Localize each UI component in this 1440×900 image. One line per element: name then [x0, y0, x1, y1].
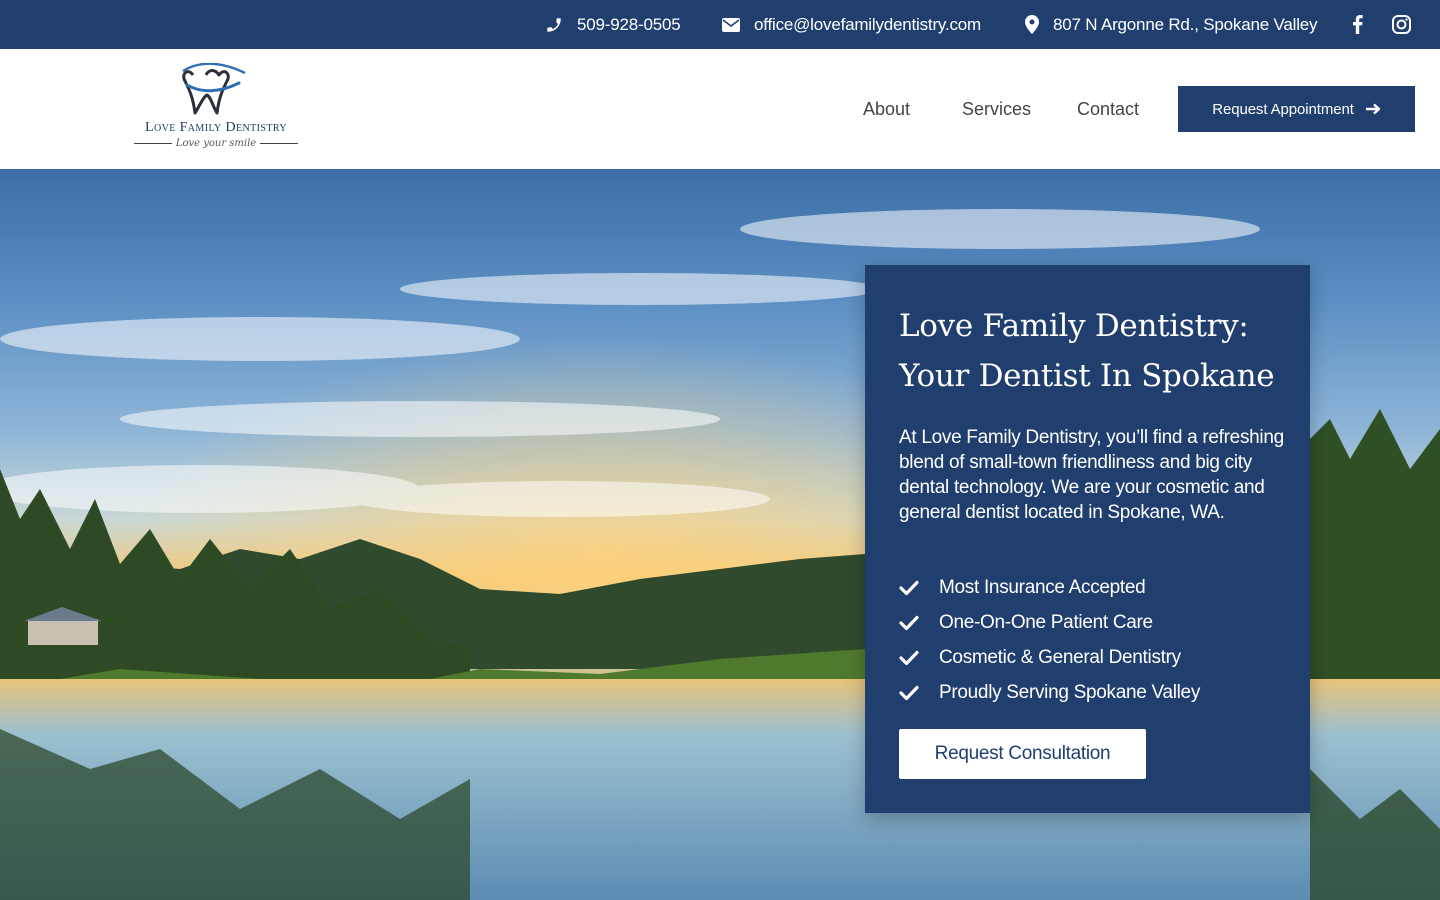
email-link[interactable]: office@lovefamilydentistry.com — [722, 0, 981, 49]
map-pin-icon — [1025, 15, 1039, 34]
top-contact-bar: 509-928-0505 office@lovefamilydentistry.… — [0, 0, 1440, 49]
address-text: 807 N Argonne Rd., Spokane Valley — [1053, 14, 1318, 34]
email-address: office@lovefamilydentistry.com — [754, 14, 981, 34]
instagram-link[interactable] — [1392, 0, 1411, 49]
feature-label: Proudly Serving Spokane Valley — [939, 681, 1201, 703]
feature-label: One-On-One Patient Care — [939, 611, 1153, 633]
tagline-rule-right — [260, 143, 299, 144]
logo-tagline: Love your smile — [175, 138, 257, 149]
phone-icon — [547, 17, 561, 32]
feature-item: Most Insurance Accepted — [899, 570, 1200, 605]
checkmark-icon — [899, 685, 919, 700]
hero-title: Love Family Dentistry: Your Dentist In S… — [899, 308, 1275, 394]
address-link[interactable]: 807 N Argonne Rd., Spokane Valley — [1025, 0, 1318, 49]
phone-number: 509-928-0505 — [577, 14, 681, 34]
nav-about[interactable]: About — [863, 49, 910, 169]
request-consultation-button[interactable]: Request Consultation — [899, 729, 1146, 779]
site-header: Love Family Dentistry Love your smile Ab… — [0, 49, 1440, 169]
feature-item: Cosmetic & General Dentistry — [899, 640, 1200, 675]
checkmark-icon — [899, 580, 919, 595]
facebook-icon — [1353, 15, 1363, 34]
feature-list: Most Insurance Accepted One-On-One Patie… — [899, 570, 1200, 710]
request-appointment-button[interactable]: Request Appointment — [1178, 86, 1415, 132]
checkmark-icon — [899, 615, 919, 630]
hero-description: At Love Family Dentistry, you’ll find a … — [899, 427, 1284, 523]
hero-info-card: Love Family Dentistry: Your Dentist In S… — [865, 265, 1310, 813]
tooth-logo-icon — [182, 63, 246, 115]
phone-link[interactable]: 509-928-0505 — [545, 0, 681, 49]
feature-label: Most Insurance Accepted — [939, 576, 1146, 598]
tagline-rule-left — [133, 143, 172, 144]
logo-name: Love Family Dentistry — [145, 120, 287, 135]
feature-label: Cosmetic & General Dentistry — [939, 646, 1181, 668]
facebook-link[interactable] — [1352, 0, 1363, 49]
request-appointment-label: Request Appointment — [1212, 100, 1354, 118]
nav-contact[interactable]: Contact — [1077, 49, 1139, 169]
envelope-icon — [722, 17, 740, 32]
instagram-icon — [1392, 15, 1411, 34]
feature-item: Proudly Serving Spokane Valley — [899, 675, 1200, 710]
nav-services[interactable]: Services — [962, 49, 1031, 169]
feature-item: One-On-One Patient Care — [899, 605, 1200, 640]
checkmark-icon — [899, 650, 919, 665]
logo-tagline-row: Love your smile — [125, 138, 307, 149]
arrow-right-icon — [1365, 103, 1380, 115]
logo[interactable]: Love Family Dentistry Love your smile — [125, 63, 307, 155]
